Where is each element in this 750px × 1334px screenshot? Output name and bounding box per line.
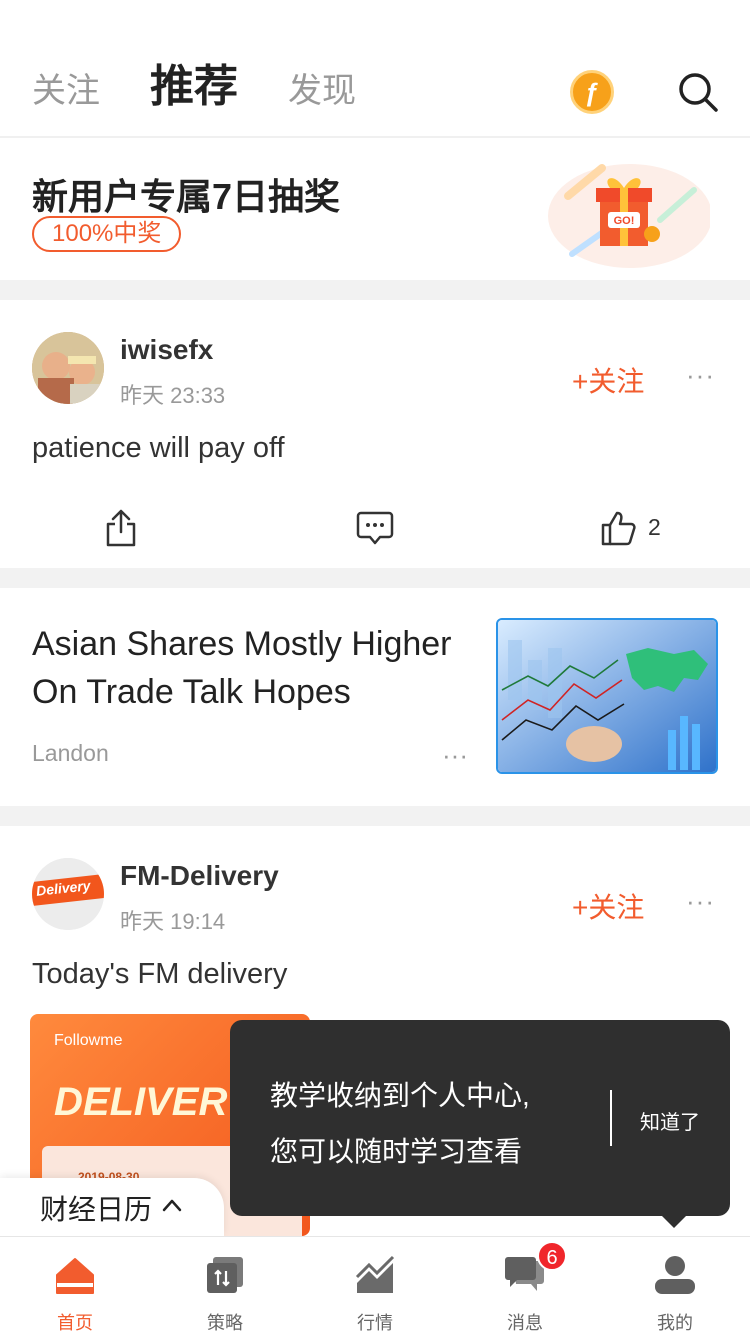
market-icon bbox=[355, 1255, 395, 1293]
tab-label: 消息 bbox=[507, 1313, 543, 1333]
chevron-up-icon bbox=[162, 1199, 182, 1212]
article-author: Landon bbox=[32, 740, 109, 766]
bottom-tab-bar: 首页 策略 行情 6 消息 我的 bbox=[0, 1236, 750, 1334]
tab-following[interactable]: 关注 bbox=[32, 63, 100, 112]
strategy-icon bbox=[207, 1257, 243, 1293]
like-count: 2 bbox=[648, 514, 661, 540]
tooltip-line: 您可以随时学习查看 bbox=[270, 1136, 523, 1167]
coin-glyph: ƒ bbox=[584, 76, 600, 107]
section-divider bbox=[0, 806, 750, 826]
more-options-button[interactable]: ··· bbox=[442, 740, 468, 771]
tooltip-line: 教学收纳到个人中心, bbox=[270, 1080, 530, 1111]
unread-badge: 6 bbox=[537, 1241, 567, 1271]
gift-go-label: GO! bbox=[613, 215, 635, 227]
tooltip-divider bbox=[610, 1090, 612, 1146]
preview-title: DELIVERY bbox=[54, 1080, 254, 1124]
promo-title: 新用户专属7日抽奖 bbox=[32, 176, 341, 217]
tab-profile[interactable]: 我的 bbox=[600, 1237, 750, 1334]
tab-discover[interactable]: 发现 bbox=[288, 63, 356, 112]
post-text: patience will pay off bbox=[32, 432, 285, 464]
avatar[interactable] bbox=[32, 332, 104, 404]
tab-market[interactable]: 行情 bbox=[300, 1237, 450, 1334]
avatar[interactable]: Delivery bbox=[32, 858, 104, 930]
like-icon[interactable] bbox=[600, 510, 636, 546]
tab-label: 行情 bbox=[357, 1313, 393, 1333]
home-icon bbox=[56, 1258, 94, 1294]
post-text: Today's FM delivery bbox=[32, 958, 288, 990]
tab-home[interactable]: 首页 bbox=[0, 1237, 150, 1334]
tab-strategy[interactable]: 策略 bbox=[150, 1237, 300, 1334]
tab-recommended[interactable]: 推荐 bbox=[150, 50, 238, 114]
calendar-label: 财经日历 bbox=[40, 1194, 153, 1225]
finance-calendar-toggle[interactable]: 财经日历 bbox=[0, 1178, 224, 1236]
section-divider bbox=[0, 280, 750, 300]
follow-button[interactable]: +关注 bbox=[572, 886, 644, 926]
profile-icon bbox=[655, 1256, 695, 1294]
tooltip: 教学收纳到个人中心, 您可以随时学习查看 知道了 bbox=[230, 1020, 730, 1228]
section-divider bbox=[0, 568, 750, 588]
got-it-button[interactable]: 知道了 bbox=[640, 1106, 700, 1135]
more-options-button[interactable]: ··· bbox=[686, 360, 715, 391]
follow-button[interactable]: +关注 bbox=[572, 360, 644, 400]
tooltip-arrow bbox=[662, 1216, 686, 1228]
tab-label: 首页 bbox=[57, 1313, 93, 1333]
promo-banner[interactable]: 新用户专属7日抽奖 100%中奖 GO! bbox=[0, 140, 750, 280]
promo-badge: 100%中奖 bbox=[32, 216, 182, 252]
gift-box-icon bbox=[548, 164, 710, 268]
article-thumbnail[interactable] bbox=[496, 618, 718, 774]
tab-label: 策略 bbox=[207, 1313, 243, 1333]
tab-messages[interactable]: 6 消息 bbox=[450, 1237, 600, 1334]
post-username[interactable]: iwisefx bbox=[120, 334, 213, 366]
article-title[interactable]: Asian Shares Mostly Higher On Trade Talk… bbox=[32, 620, 482, 716]
coin-icon[interactable]: ƒ bbox=[570, 70, 614, 114]
share-icon[interactable] bbox=[104, 508, 138, 548]
post-time: 昨天 23:33 bbox=[120, 383, 226, 408]
more-options-button[interactable]: ··· bbox=[686, 886, 715, 917]
search-icon[interactable] bbox=[676, 70, 720, 114]
post-username[interactable]: FM-Delivery bbox=[120, 860, 279, 892]
preview-brand: Followme bbox=[54, 1032, 123, 1049]
tooltip-text: 教学收纳到个人中心, 您可以随时学习查看 bbox=[270, 1068, 590, 1180]
top-navigation: 关注 推荐 发现 ƒ bbox=[0, 0, 750, 138]
tab-label: 我的 bbox=[657, 1313, 693, 1333]
comment-icon[interactable] bbox=[356, 510, 394, 546]
post-time: 昨天 19:14 bbox=[120, 909, 226, 934]
